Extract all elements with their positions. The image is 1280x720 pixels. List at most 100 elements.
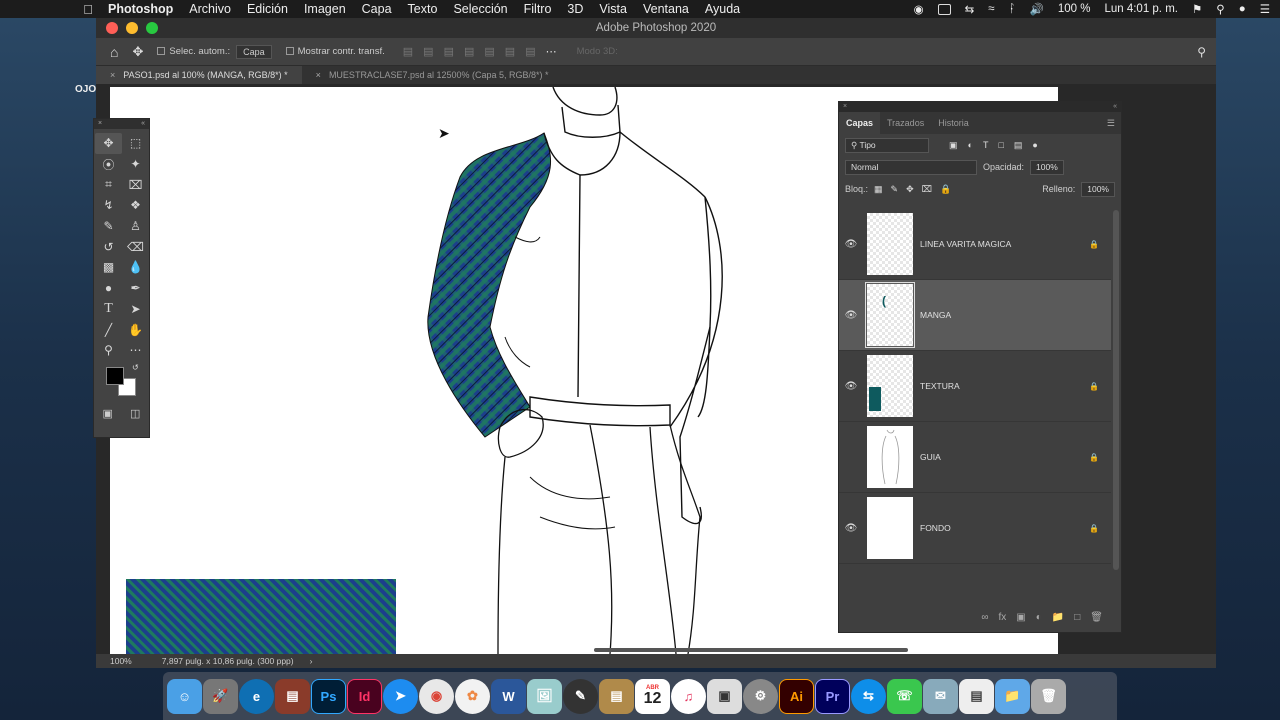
filter-smart-icon[interactable]: ▤ (1014, 140, 1023, 151)
brush-tool-button[interactable]: ✎ (95, 216, 122, 237)
panel-menu-icon[interactable]: ☰ (1107, 118, 1115, 129)
siri-icon[interactable]: ● (1239, 3, 1246, 15)
volume-icon[interactable]: 🔊 (1030, 2, 1044, 16)
lasso-tool-button[interactable]: ⦿ (95, 154, 122, 175)
type-tool-button[interactable]: T (95, 299, 122, 320)
teamviewer-status-icon[interactable]: ⇆ (965, 2, 975, 16)
visibility-eye-icon[interactable]: 👁 (839, 310, 863, 321)
calendar-icon[interactable]: ABR 12 (635, 678, 670, 714)
lock-pixels-icon[interactable]: ✎ (891, 184, 899, 195)
canvas-scrollbar[interactable] (594, 648, 908, 652)
magic-wand-tool-button[interactable]: ✦ (122, 154, 149, 175)
preview-icon[interactable]: 🖼 (527, 678, 562, 714)
folder-icon[interactable]: 📁 (995, 678, 1030, 714)
record-icon[interactable]: ◉ (914, 2, 924, 16)
layers-scrollbar[interactable] (1113, 210, 1119, 570)
filter-shape-icon[interactable]: □ (998, 140, 1003, 151)
notification-center-icon[interactable]: ☰ (1260, 2, 1270, 16)
stamp-tool-button[interactable]: ♙ (122, 216, 149, 237)
show-transform-checkbox[interactable] (285, 47, 294, 56)
filter-type-icon[interactable]: T (983, 140, 989, 151)
itunes-icon[interactable]: ♫ (671, 678, 706, 714)
filter-adjustment-icon[interactable]: ◐ (968, 140, 973, 151)
premiere-app-icon[interactable]: Pr (815, 678, 850, 714)
menu-capa[interactable]: Capa (362, 2, 392, 16)
menu-photoshop[interactable]: Photoshop (108, 2, 173, 16)
line-tool-button[interactable]: ╱ (95, 319, 122, 340)
photos-icon[interactable]: ✿ (455, 678, 490, 714)
mail-icon[interactable]: ✉ (923, 678, 958, 714)
zoom-tool-button[interactable]: ⚲ (95, 340, 122, 361)
delete-layer-icon[interactable]: 🗑 (1090, 612, 1103, 623)
close-tab-icon[interactable]: × (110, 70, 115, 80)
align-left-icon[interactable]: ▤ (403, 45, 413, 58)
apple-logo-icon[interactable]:  (80, 2, 96, 17)
winrar-icon[interactable]: ▤ (275, 678, 310, 714)
document-info[interactable]: 7,897 pulg. x 10,86 pulg. (300 ppp) (162, 656, 294, 666)
swap-colors-icon[interactable]: ↺ (132, 363, 139, 372)
collapse-panel-icon[interactable]: « (141, 119, 145, 129)
visibility-eye-icon[interactable]: 👁 (839, 239, 863, 250)
close-panel-icon[interactable]: × (843, 102, 847, 112)
blur-tool-button[interactable]: 💧 (122, 257, 149, 278)
menu-seleccion[interactable]: Selección (453, 2, 507, 16)
facetime-icon[interactable]: ☏ (887, 678, 922, 714)
blend-mode-dropdown[interactable]: Normal (845, 159, 977, 175)
lock-all-icon[interactable]: 🔒 (940, 184, 951, 195)
teamviewer-icon[interactable]: ⇆ (851, 678, 886, 714)
tab-paso1[interactable]: × PASO1.psd al 100% (MANGA, RGB/8*) * (96, 66, 302, 84)
illustrator-app-icon[interactable]: Ai (779, 678, 814, 714)
tab-historia[interactable]: Historia (931, 112, 976, 134)
filter-pixel-icon[interactable]: ▣ (949, 140, 958, 151)
menu-archivo[interactable]: Archivo (189, 2, 231, 16)
collapse-panel-icon[interactable]: « (1113, 102, 1117, 112)
chevron-right-icon[interactable]: › (310, 656, 313, 666)
filter-toggle-icon[interactable]: ● (1032, 140, 1037, 151)
new-layer-icon[interactable]: □ (1074, 612, 1080, 623)
crop-tool-button[interactable]: ⌗ (95, 174, 122, 195)
more-options-icon[interactable]: ⋯ (546, 45, 557, 58)
pen-icon[interactable]: ✎ (563, 678, 598, 714)
tab-muestraclase7[interactable]: × MUESTRACLASE7.psd al 12500% (Capa 5, RG… (302, 66, 563, 84)
eraser-tool-button[interactable]: ⌫ (122, 236, 149, 257)
layer-row[interactable]: 👁 FONDO 🔒 (839, 493, 1111, 564)
screenshot-icon[interactable]: ▣ (707, 678, 742, 714)
lock-artboard-icon[interactable]: ⌧ (922, 184, 932, 195)
zoom-level[interactable]: 100% (110, 656, 132, 666)
menu-edicion[interactable]: Edición (247, 2, 288, 16)
gradient-tool-button[interactable]: ▩ (95, 257, 122, 278)
move-tool-button[interactable]: ✥ (95, 133, 122, 154)
battery-text[interactable]: 100 % (1058, 3, 1091, 15)
marquee-tool-button[interactable]: ⬚ (122, 133, 149, 154)
pen-tool-button[interactable]: ✒ (122, 278, 149, 299)
search-icon[interactable]: ⚲ (1197, 45, 1206, 59)
align-center-icon[interactable]: ▤ (423, 45, 433, 58)
home-icon[interactable]: ⌂ (110, 44, 118, 60)
visibility-eye-icon[interactable]: 👁 (839, 523, 863, 534)
fx-icon[interactable]: fx (999, 612, 1007, 623)
align-middle-icon[interactable]: ▤ (484, 45, 494, 58)
notes-icon[interactable]: ▤ (599, 678, 634, 714)
spotlight-icon[interactable]: ⚲ (1216, 2, 1224, 16)
safari-icon[interactable]: ➤ (383, 678, 418, 714)
menu-filtro[interactable]: Filtro (524, 2, 552, 16)
layer-row[interactable]: 👁 LINEA VARITA MAGICA 🔒 (839, 209, 1111, 280)
layer-filter-dropdown[interactable]: ⚲ Tipo (845, 137, 929, 153)
align-bottom-icon[interactable]: ▤ (505, 45, 515, 58)
opacity-input[interactable]: 100% (1030, 159, 1064, 175)
finder-icon[interactable]: ☺ (167, 678, 202, 714)
more-tools-button[interactable]: ⋯ (122, 340, 149, 361)
menu-texto[interactable]: Texto (408, 2, 438, 16)
screen-mode-icon[interactable]: ◫ (130, 407, 140, 420)
foreground-color[interactable] (106, 366, 124, 385)
layer-row[interactable]: 👁 TEXTURA 🔒 (839, 351, 1111, 422)
new-group-icon[interactable]: 📁 (1052, 612, 1064, 623)
tab-trazados[interactable]: Trazados (880, 112, 931, 134)
menu-ayuda[interactable]: Ayuda (705, 2, 740, 16)
history-brush-tool-button[interactable]: ↺ (95, 236, 122, 257)
frame-tool-button[interactable]: ⌧ (122, 174, 149, 195)
menu-imagen[interactable]: Imagen (304, 2, 346, 16)
add-mask-icon[interactable]: ▣ (1016, 612, 1025, 623)
menu-vista[interactable]: Vista (599, 2, 627, 16)
tab-capas[interactable]: Capas (839, 112, 881, 134)
